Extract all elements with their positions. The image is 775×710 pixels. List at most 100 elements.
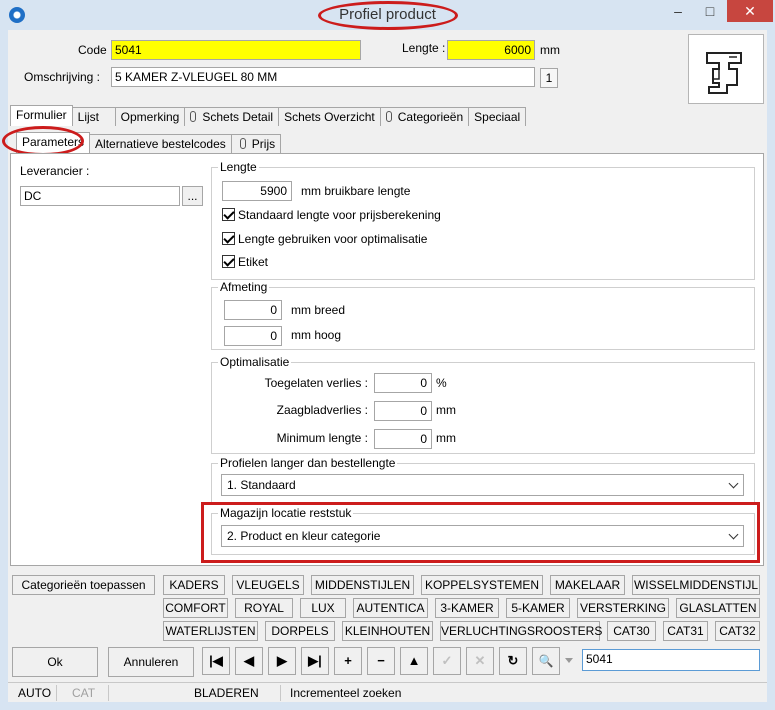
tab-opmerking[interactable]: Opmerking xyxy=(114,107,186,126)
profielen-group-title: Profielen langer dan bestellengte xyxy=(218,456,398,470)
standaard-lengte-checkbox[interactable]: Standaard lengte voor prijsberekening xyxy=(222,208,441,222)
tab-formulier[interactable]: Formulier xyxy=(10,105,73,126)
cat-cat30-button[interactable]: CAT30 xyxy=(607,621,656,641)
tab-alternatieve-bestelcodes[interactable]: Alternatieve bestelcodes xyxy=(89,134,232,153)
cat-cat31-button[interactable]: CAT31 xyxy=(663,621,708,641)
profielen-group: Profielen langer dan bestellengte 1. Sta… xyxy=(211,456,755,503)
paperclip-icon xyxy=(239,138,246,149)
minimum-lengte-input[interactable]: 0 xyxy=(374,429,432,449)
window-title: Profiel product xyxy=(339,6,436,23)
delete-record-icon[interactable]: − xyxy=(367,647,395,675)
hoog-unit: mm hoog xyxy=(291,328,342,342)
cat-autentica-button[interactable]: AUTENTICA xyxy=(353,598,428,618)
cat-comfort-button[interactable]: COMFORT xyxy=(163,598,228,618)
cat-wisselmiddenstijl-button[interactable]: WISSELMIDDENSTIJL xyxy=(632,575,760,595)
binoculars-icon[interactable]: 🔍 xyxy=(532,647,560,675)
chevron-down-icon xyxy=(728,478,739,489)
cat-koppelsystemen-button[interactable]: KOPPELSYSTEMEN xyxy=(421,575,543,595)
lengte-group: Lengte 5900 mm bruikbare lengte Standaar… xyxy=(211,160,755,280)
sub-tabs: Parameters Alternatieve bestelcodes Prij… xyxy=(16,132,282,153)
paperclip-icon xyxy=(385,111,392,122)
bruikbare-lengte-input[interactable]: 5900 xyxy=(222,181,292,201)
cat-versterking-button[interactable]: VERSTERKING xyxy=(577,598,669,618)
standaard-lengte-label: Standaard lengte voor prijsberekening xyxy=(238,208,441,222)
tab-categorieen[interactable]: Categorieën xyxy=(379,107,470,126)
categorieen-toepassen-button[interactable]: Categorieën toepassen xyxy=(12,575,155,595)
search-dropdown-chevron-icon[interactable] xyxy=(565,658,573,663)
cat-glaslatten-button[interactable]: GLASLATTEN xyxy=(676,598,760,618)
maximize-button[interactable]: □ xyxy=(695,0,725,22)
minimum-lengte-unit: mm xyxy=(436,431,456,445)
cat-middenstijlen-button[interactable]: MIDDENSTIJLEN xyxy=(311,575,414,595)
hoog-input[interactable]: 0 xyxy=(224,326,282,346)
cat-vleugels-button[interactable]: VLEUGELS xyxy=(232,575,304,595)
tab-prijs-label: Prijs xyxy=(251,137,276,151)
toegelaten-verlies-input[interactable]: 0 xyxy=(374,373,432,393)
status-separator xyxy=(108,685,109,701)
breed-input[interactable]: 0 xyxy=(224,300,282,320)
search-input[interactable]: 5041 xyxy=(582,649,760,671)
post-record-icon[interactable]: ✓ xyxy=(433,647,461,675)
cat-cat32-button[interactable]: CAT32 xyxy=(715,621,760,641)
code-input[interactable]: 5041 xyxy=(111,40,361,60)
magazijn-group-title: Magazijn locatie reststuk xyxy=(218,506,354,520)
ok-button[interactable]: Ok xyxy=(12,647,98,677)
add-record-icon[interactable]: + xyxy=(334,647,362,675)
parameters-panel: Leverancier : DC ... Lengte 5900 mm brui… xyxy=(10,153,764,566)
leverancier-browse-button[interactable]: ... xyxy=(182,186,203,206)
cat-royal-button[interactable]: ROYAL xyxy=(235,598,293,618)
checkbox-checked-icon xyxy=(222,232,235,245)
tab-parameters[interactable]: Parameters xyxy=(16,132,91,153)
client-area: Code : 5041 Lengte : 6000 mm Omschrijvin… xyxy=(2,30,767,702)
annuleren-button[interactable]: Annuleren xyxy=(108,647,194,677)
edit-record-icon[interactable]: ▲ xyxy=(400,647,428,675)
tab-schets-detail[interactable]: Schets Detail xyxy=(184,107,280,126)
omschrijving-input[interactable]: 5 KAMER Z-VLEUGEL 80 MM xyxy=(111,67,535,87)
lengte-unit: mm xyxy=(540,43,560,57)
last-record-icon[interactable]: ▶| xyxy=(301,647,329,675)
previous-record-icon[interactable]: ◀ xyxy=(235,647,263,675)
tab-speciaal[interactable]: Speciaal xyxy=(468,107,527,126)
tab-schets-detail-label: Schets Detail xyxy=(202,110,274,124)
cat-makelaar-button[interactable]: MAKELAAR xyxy=(550,575,625,595)
first-record-icon[interactable]: |◀ xyxy=(202,647,230,675)
paperclip-icon xyxy=(190,111,197,122)
lengte-input[interactable]: 6000 xyxy=(447,40,535,60)
breed-unit: mm breed xyxy=(291,303,346,317)
optimalisatie-lengte-label: Lengte gebruiken voor optimalisatie xyxy=(238,232,428,246)
afmeting-group: Afmeting 0 mm breed 0 mm hoog xyxy=(211,280,755,350)
magazijn-select[interactable]: 2. Product en kleur categorie xyxy=(221,525,744,547)
cat-kaders-button[interactable]: KADERS xyxy=(163,575,225,595)
etiket-checkbox[interactable]: Etiket xyxy=(222,255,268,269)
cat-dorpels-button[interactable]: DORPELS xyxy=(265,621,335,641)
leverancier-label: Leverancier : xyxy=(20,164,90,178)
profielen-select[interactable]: 1. Standaard xyxy=(221,474,744,496)
minimize-button[interactable]: – xyxy=(663,0,693,22)
cat-3-kamer-button[interactable]: 3-KAMER xyxy=(435,598,499,618)
leverancier-input[interactable]: DC xyxy=(20,186,180,206)
optimalisatie-group: Optimalisatie Toegelaten verlies : 0 % Z… xyxy=(211,355,755,454)
etiket-label: Etiket xyxy=(238,255,269,269)
checkbox-checked-icon xyxy=(222,208,235,221)
cancel-record-icon[interactable]: ✕ xyxy=(466,647,494,675)
toegelaten-verlies-label: Toegelaten verlies : xyxy=(264,376,368,390)
tab-lijst[interactable]: Lijst xyxy=(71,107,116,126)
cat-verluchtingsroosters-button[interactable]: VERLUCHTINGSROOSTERS xyxy=(440,621,602,641)
status-hint: Incrementeel zoeken xyxy=(290,686,402,700)
zaagbladverlies-input[interactable]: 0 xyxy=(374,401,432,421)
cat-waterlijsten-button[interactable]: WATERLIJSTEN xyxy=(163,621,258,641)
refresh-icon[interactable]: ↻ xyxy=(499,647,527,675)
tab-prijs[interactable]: Prijs xyxy=(230,134,282,153)
status-bar: AUTO CAT BLADEREN Incrementeel zoeken xyxy=(8,682,767,702)
tab-schets-overzicht[interactable]: Schets Overzicht xyxy=(278,107,381,126)
cat-5-kamer-button[interactable]: 5-KAMER xyxy=(506,598,570,618)
optimalisatie-group-title: Optimalisatie xyxy=(218,355,292,369)
optimalisatie-lengte-checkbox[interactable]: Lengte gebruiken voor optimalisatie xyxy=(222,232,427,246)
next-record-icon[interactable]: ▶ xyxy=(268,647,296,675)
checkbox-checked-icon xyxy=(222,255,235,268)
main-tabs: Formulier Lijst Opmerking Schets Detail … xyxy=(10,105,527,126)
cat-lux-button[interactable]: LUX xyxy=(300,598,346,618)
profielen-selected-value: 1. Standaard xyxy=(227,478,296,492)
close-button[interactable]: ✕ xyxy=(727,0,773,22)
cat-kleinhouten-button[interactable]: KLEINHOUTEN xyxy=(342,621,433,641)
